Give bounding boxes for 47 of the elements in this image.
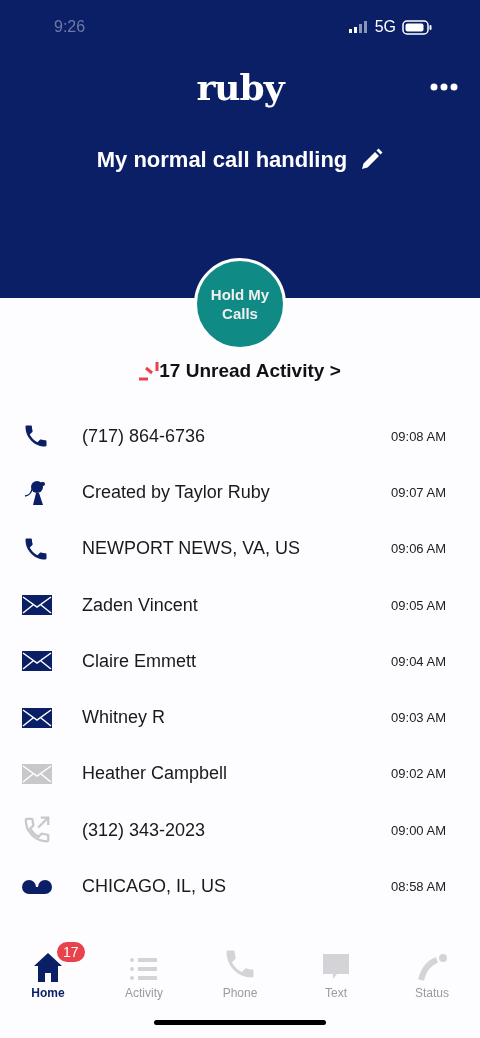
page-title: My normal call handling [96,147,348,173]
status-time: 9:26 [54,18,86,36]
signal-icon [348,21,369,33]
activity-name: (312) 343-2023 [82,819,207,841]
activity-row[interactable]: Zaden Vincent 09:05 AM [0,576,480,634]
activity-name: Heather Campbell [82,763,229,785]
activity-row[interactable]: Claire Emmett 09:04 AM [0,633,480,690]
activity-row[interactable]: Whitney R 09:03 AM [0,689,480,746]
voicemail-icon [22,879,52,894]
battery-icon [402,19,432,35]
activity-time: 09:07 AM [391,484,446,500]
activity-time: 08:58 AM [391,879,446,894]
activity-row[interactable]: Heather Campbell 09:02 AM [0,745,480,803]
activity-row[interactable]: NEWPORT NEWS, VA, US 09:06 AM [0,520,480,577]
envelope-icon [22,763,52,784]
activity-time: 09:06 AM [391,541,446,557]
unread-activity-link[interactable]: 17 Unread Activity > [159,360,341,382]
hold-calls-button[interactable]: Hold My Calls [194,258,286,350]
activity-name: Whitney R [82,707,167,729]
activity-name: Claire Emmett [82,650,198,672]
activity-name: (717) 864-6736 [82,425,207,447]
activity-time: 09:04 AM [391,653,446,669]
edit-icon[interactable] [359,148,384,172]
network-label: 5G [374,18,396,36]
envelope-icon [22,707,52,728]
more-icon[interactable] [430,83,458,91]
envelope-icon [22,651,52,672]
activity-name: Created by Taylor Ruby [82,481,271,503]
envelope-icon [22,595,52,616]
burst-icon [139,362,160,382]
activity-row[interactable]: (717) 864-6736 09:08 AM [0,408,480,465]
activity-row[interactable]: CHICAGO, IL, US 08:58 AM [0,858,480,915]
activity-row[interactable]: (312) 343-2023 09:00 AM [0,802,480,859]
activity-time: 09:03 AM [391,710,446,726]
activity-time: 09:02 AM [391,766,446,782]
status-arc-icon [417,952,447,982]
activity-time: 09:00 AM [391,822,446,838]
activity-name: NEWPORT NEWS, VA, US [82,538,302,560]
activity-name: CHICAGO, IL, US [82,876,228,897]
activity-time: 09:05 AM [391,597,446,613]
tab[interactable]: 17 Home [0,938,96,1006]
count-badge: 17 [57,942,85,962]
activity-row[interactable]: Created by Taylor Ruby 09:07 AM [0,464,480,521]
list-icon [129,956,159,982]
activity-time: 09:08 AM [391,428,446,444]
activity-name: Zaden Vincent [82,594,199,616]
house-icon [33,952,63,982]
